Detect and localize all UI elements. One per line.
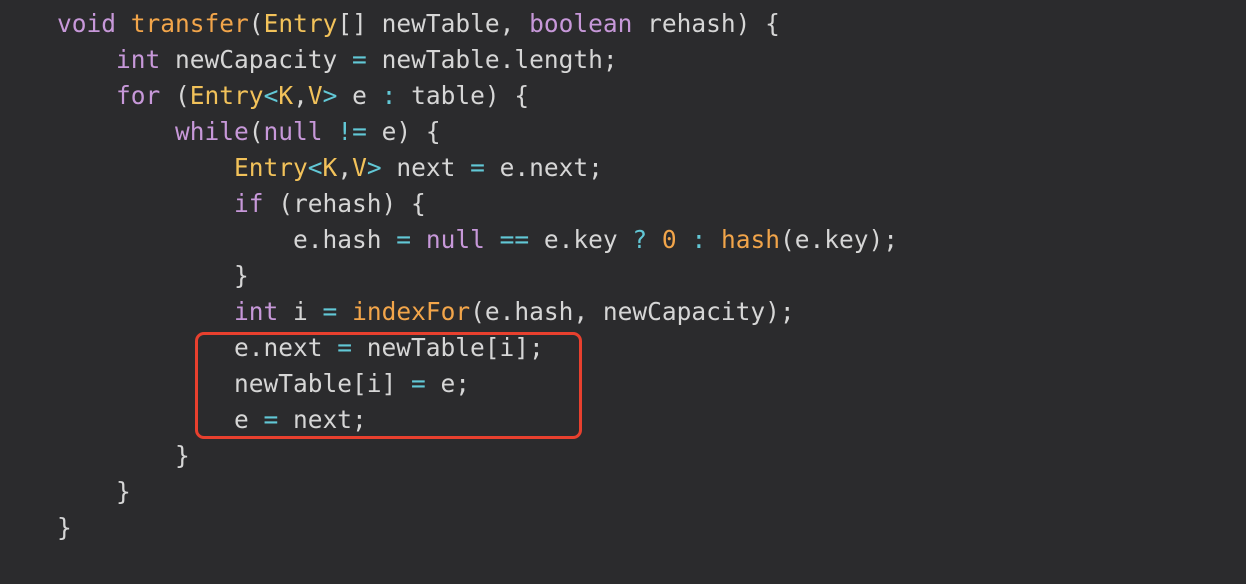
code-token: V [307, 81, 323, 110]
code-token: = [470, 153, 485, 182]
code-token: while [175, 117, 249, 146]
code-token: null [425, 225, 485, 254]
code-token: : [691, 225, 707, 254]
code-token: boolean [529, 9, 633, 38]
code-token: } [234, 261, 249, 290]
code-token: = [352, 45, 367, 74]
code-token: if [234, 189, 264, 218]
code-token: void [57, 9, 117, 38]
code-token: null [263, 117, 323, 146]
code-token: ( [248, 9, 264, 38]
code-token: < [307, 153, 323, 182]
code-token: e.next; [484, 153, 603, 182]
code-line: } [57, 258, 898, 294]
code-editor: void transfer(Entry[] newTable, boolean … [0, 0, 1246, 584]
code-token: } [175, 441, 190, 470]
code-line: } [57, 510, 898, 546]
code-token: } [57, 513, 72, 542]
code-line: } [57, 438, 898, 474]
code-token: Entry [189, 81, 264, 110]
code-line: int newCapacity = newTable.length; [57, 42, 898, 78]
code-token: = [396, 225, 412, 254]
code-token: (rehash) { [263, 189, 426, 218]
code-token: } [116, 477, 131, 506]
code-token: transfer [130, 9, 249, 38]
code-token: ( [248, 117, 264, 146]
code-token: newCapacity [160, 45, 353, 74]
code-token: 0 [661, 225, 677, 254]
code-token: != [337, 117, 367, 146]
code-line: } [57, 474, 898, 510]
code-token: ( [160, 81, 190, 110]
code-token: indexFor [352, 297, 471, 326]
code-token: (e.hash, newCapacity); [470, 297, 795, 326]
code-token: e) { [366, 117, 441, 146]
code-line: if (rehash) { [57, 186, 898, 222]
code-token: K [278, 81, 294, 110]
code-token: = [322, 297, 338, 326]
code-token: e [337, 81, 382, 110]
code-token: e.key [529, 225, 633, 254]
code-token: , [293, 81, 308, 110]
code-line: int i = indexFor(e.hash, newCapacity); [57, 294, 898, 330]
code-token: (e.key); [779, 225, 898, 254]
code-token: ? [632, 225, 648, 254]
code-token: e.hash [293, 225, 397, 254]
code-token: for [116, 81, 161, 110]
code-token: V [352, 153, 367, 182]
code-token: : [381, 81, 397, 110]
code-token: int [116, 45, 161, 74]
code-token: == [499, 225, 530, 254]
highlight-box [195, 332, 582, 439]
code-line: while(null != e) { [57, 114, 898, 150]
code-block: void transfer(Entry[] newTable, boolean … [57, 6, 898, 546]
code-token: next [381, 153, 471, 182]
code-token: hash [720, 225, 780, 254]
code-line: Entry<K,V> next = e.next; [57, 150, 898, 186]
code-token: table) { [396, 81, 530, 110]
code-token: K [322, 153, 338, 182]
code-token: < [263, 81, 279, 110]
code-line: e.hash = null == e.key ? 0 : hash(e.key)… [57, 222, 898, 258]
code-line: void transfer(Entry[] newTable, boolean … [57, 6, 898, 42]
code-token: Entry [263, 9, 338, 38]
code-token: > [366, 153, 382, 182]
code-token: newTable.length; [366, 45, 618, 74]
code-token: > [322, 81, 338, 110]
code-token: , [337, 153, 353, 182]
code-token: i [278, 297, 323, 326]
code-token: [] newTable, [337, 9, 530, 38]
code-token: rehash) { [632, 9, 780, 38]
code-token: Entry [234, 153, 308, 182]
code-line: for (Entry<K,V> e : table) { [57, 78, 898, 114]
code-token: int [234, 297, 279, 326]
